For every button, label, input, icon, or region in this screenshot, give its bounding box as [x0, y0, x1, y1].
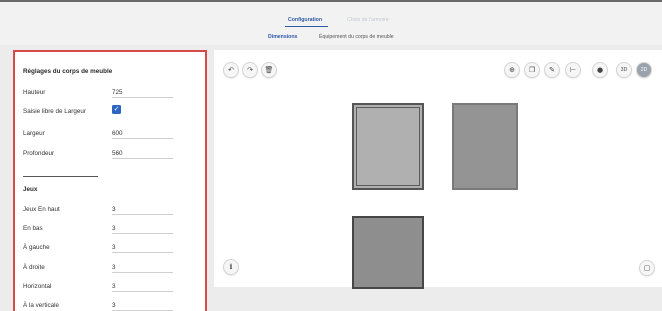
field-a-droite: À droite 3	[23, 264, 203, 276]
saisie-libre-checkbox[interactable]: ✓	[112, 105, 121, 114]
a-gauche-input[interactable]: 3	[112, 244, 173, 253]
hauteur-input[interactable]: 725	[112, 89, 173, 98]
field-label: Hauteur	[23, 89, 46, 96]
camera-icon[interactable]: ●	[593, 63, 607, 77]
field-largeur: Largeur 600	[23, 130, 203, 142]
field-a-la-verticale: À la verticale 3	[23, 302, 203, 311]
section-divider	[23, 176, 98, 177]
field-saisie-libre: Saisie libre de Largeur ✓	[23, 105, 203, 120]
zoom-icon[interactable]: ⊕	[505, 63, 519, 77]
sub-tabs: Dimensions Équipement du corps de meuble	[0, 34, 662, 43]
drawing-canvas[interactable]: ↶ ↷ 🗑 ⊕ ❐ ✎ ⊢ ● 3D 2D i ▢	[214, 50, 662, 289]
jeux-en-haut-input[interactable]: 3	[112, 206, 173, 215]
en-bas-input[interactable]: 3	[112, 225, 173, 234]
cabinet-front-preview[interactable]	[352, 103, 424, 190]
field-label: À droite	[23, 264, 45, 271]
field-label: En bas	[23, 225, 43, 232]
square-icon[interactable]: ▢	[640, 261, 654, 275]
field-label: Largeur	[23, 130, 45, 137]
trash-icon[interactable]: 🗑	[262, 63, 276, 77]
panel-title: Réglages du corps de meuble	[23, 68, 113, 75]
field-label: À la verticale	[23, 302, 60, 309]
tab-choix-armoire[interactable]: Choix de l'armoire	[347, 17, 389, 23]
view-3d-button[interactable]: 3D	[617, 63, 631, 77]
a-droite-input[interactable]: 3	[112, 264, 173, 273]
cabinet-side-preview[interactable]	[452, 103, 518, 190]
undo-icon[interactable]: ↶	[224, 63, 238, 77]
settings-panel: Réglages du corps de meuble Hauteur 725 …	[13, 50, 207, 311]
view-2d-button[interactable]: 2D	[637, 63, 651, 77]
tab-equipement[interactable]: Équipement du corps de meuble	[319, 34, 394, 40]
field-label: Horizontal	[23, 283, 52, 290]
largeur-input[interactable]: 600	[112, 130, 173, 139]
section-title-jeux: Jeux	[23, 186, 38, 193]
field-a-gauche: À gauche 3	[23, 244, 203, 256]
top-tabs: Configuration Choix de l'armoire	[0, 17, 662, 27]
copy-icon[interactable]: ❐	[525, 63, 539, 77]
tab-dimensions[interactable]: Dimensions	[268, 34, 297, 40]
measure-icon[interactable]: ⊢	[566, 63, 580, 77]
field-label: À gauche	[23, 244, 50, 251]
info-icon[interactable]: i	[224, 260, 238, 274]
header-bar: Configuration Choix de l'armoire Dimensi…	[0, 0, 662, 45]
field-horizontal: Horizontal 3	[23, 283, 203, 295]
top-border	[0, 0, 662, 2]
field-hauteur: Hauteur 725	[23, 89, 203, 101]
cabinet-front-inner	[356, 107, 420, 186]
field-label: Saisie libre de Largeur	[23, 108, 87, 115]
field-label: Profondeur	[23, 150, 55, 157]
a-la-verticale-input[interactable]: 3	[112, 302, 173, 311]
pencil-icon[interactable]: ✎	[545, 63, 559, 77]
field-profondeur: Profondeur 560	[23, 150, 203, 162]
redo-icon[interactable]: ↷	[243, 63, 257, 77]
field-label: Jeux En haut	[23, 206, 60, 213]
active-tab-underline	[285, 26, 328, 27]
field-en-bas: En bas 3	[23, 225, 203, 237]
profondeur-input[interactable]: 560	[112, 150, 173, 159]
horizontal-input[interactable]: 3	[112, 283, 173, 292]
field-jeux-en-haut: Jeux En haut 3	[23, 206, 203, 218]
cabinet-top-preview[interactable]	[352, 216, 424, 289]
tab-configuration[interactable]: Configuration	[288, 17, 322, 23]
